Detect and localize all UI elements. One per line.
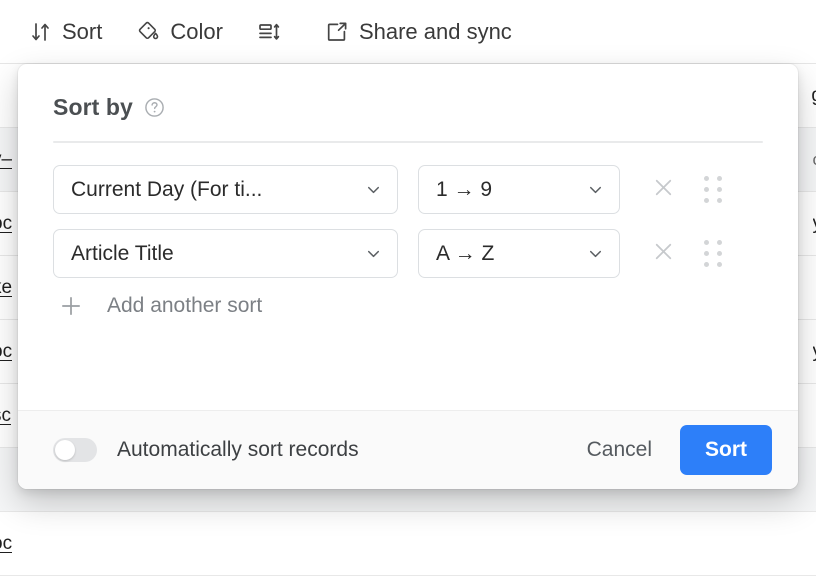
plus-icon bbox=[58, 293, 84, 319]
add-another-sort-button[interactable]: Add another sort bbox=[53, 293, 763, 319]
row-cell-left: ke bbox=[0, 277, 12, 299]
chevron-down-icon bbox=[586, 180, 605, 199]
page-title: Sort by bbox=[53, 94, 133, 121]
toolbar-button-color[interactable]: Color bbox=[136, 19, 223, 44]
toggle-knob bbox=[55, 440, 75, 460]
toolbar-button-share-and-sync[interactable]: Share and sync bbox=[325, 19, 512, 44]
close-x-icon bbox=[651, 239, 676, 269]
automatically-sort-records-toggle[interactable]: Automatically sort records bbox=[53, 438, 359, 462]
sort-dialog-footer: Automatically sort records Cancel Sort bbox=[18, 410, 798, 489]
sort-row: Current Day (For ti... 1 → 9 bbox=[53, 165, 763, 214]
sort-dialog-body: Sort by Current Day (For ti... bbox=[18, 64, 798, 319]
sort-arrows-icon bbox=[28, 19, 53, 44]
row-cell-right: y bbox=[813, 341, 816, 363]
chevron-down-icon bbox=[364, 180, 383, 199]
toolbar-label-share-and-sync: Share and sync bbox=[359, 21, 512, 43]
view-toolbar: Sort Color bbox=[0, 0, 816, 64]
automatically-sort-records-label: Automatically sort records bbox=[117, 438, 359, 462]
toggle-switch[interactable] bbox=[53, 438, 97, 462]
sort-field-value-2: Article Title bbox=[71, 242, 174, 266]
sort-field-select-2[interactable]: Article Title bbox=[53, 229, 398, 278]
header-divider bbox=[53, 141, 763, 143]
sort-button[interactable]: Sort bbox=[680, 425, 772, 475]
chevron-down-icon bbox=[586, 244, 605, 263]
cancel-button[interactable]: Cancel bbox=[571, 428, 668, 472]
add-another-sort-label: Add another sort bbox=[107, 294, 262, 318]
chevron-down-icon bbox=[364, 244, 383, 263]
toolbar-button-sort[interactable]: Sort bbox=[28, 19, 102, 44]
question-circle-icon[interactable] bbox=[144, 97, 165, 118]
drag-handle-icon[interactable] bbox=[702, 175, 724, 205]
row-cell-left: oc bbox=[0, 533, 12, 555]
share-external-icon bbox=[325, 19, 350, 44]
sort-dialog-header: Sort by bbox=[53, 94, 763, 121]
row-cell-right: y bbox=[813, 213, 816, 235]
sort-field-value-1: Current Day (For ti... bbox=[71, 178, 262, 202]
sort-direction-value-1: 1 → 9 bbox=[436, 178, 492, 202]
drag-handle-icon[interactable] bbox=[702, 239, 724, 269]
sort-direction-select-1[interactable]: 1 → 9 bbox=[418, 165, 620, 214]
sort-dialog: Sort by Current Day (For ti... bbox=[18, 64, 798, 489]
row-cell-right: g bbox=[811, 85, 816, 107]
row-cell-left: oc bbox=[0, 213, 12, 235]
toolbar-label-sort: Sort bbox=[62, 21, 102, 43]
sort-row: Article Title A → Z bbox=[53, 229, 763, 278]
row-height-icon bbox=[257, 19, 282, 44]
row-cell-right: o bbox=[813, 150, 816, 170]
close-x-icon bbox=[651, 175, 676, 205]
sort-direction-select-2[interactable]: A → Z bbox=[418, 229, 620, 278]
toolbar-button-row-height[interactable] bbox=[257, 19, 291, 44]
remove-sort-button-1[interactable] bbox=[646, 173, 680, 207]
remove-sort-button-2[interactable] bbox=[646, 237, 680, 271]
paint-bucket-icon bbox=[136, 19, 161, 44]
sort-field-select-1[interactable]: Current Day (For ti... bbox=[53, 165, 398, 214]
row-cell-left: v– bbox=[0, 149, 12, 171]
table-row[interactable]: oc bbox=[0, 512, 816, 576]
row-cell-left: sc bbox=[0, 405, 11, 427]
toolbar-label-color: Color bbox=[170, 21, 223, 43]
row-cell-left: oc bbox=[0, 341, 12, 363]
sort-direction-value-2: A → Z bbox=[436, 242, 494, 266]
